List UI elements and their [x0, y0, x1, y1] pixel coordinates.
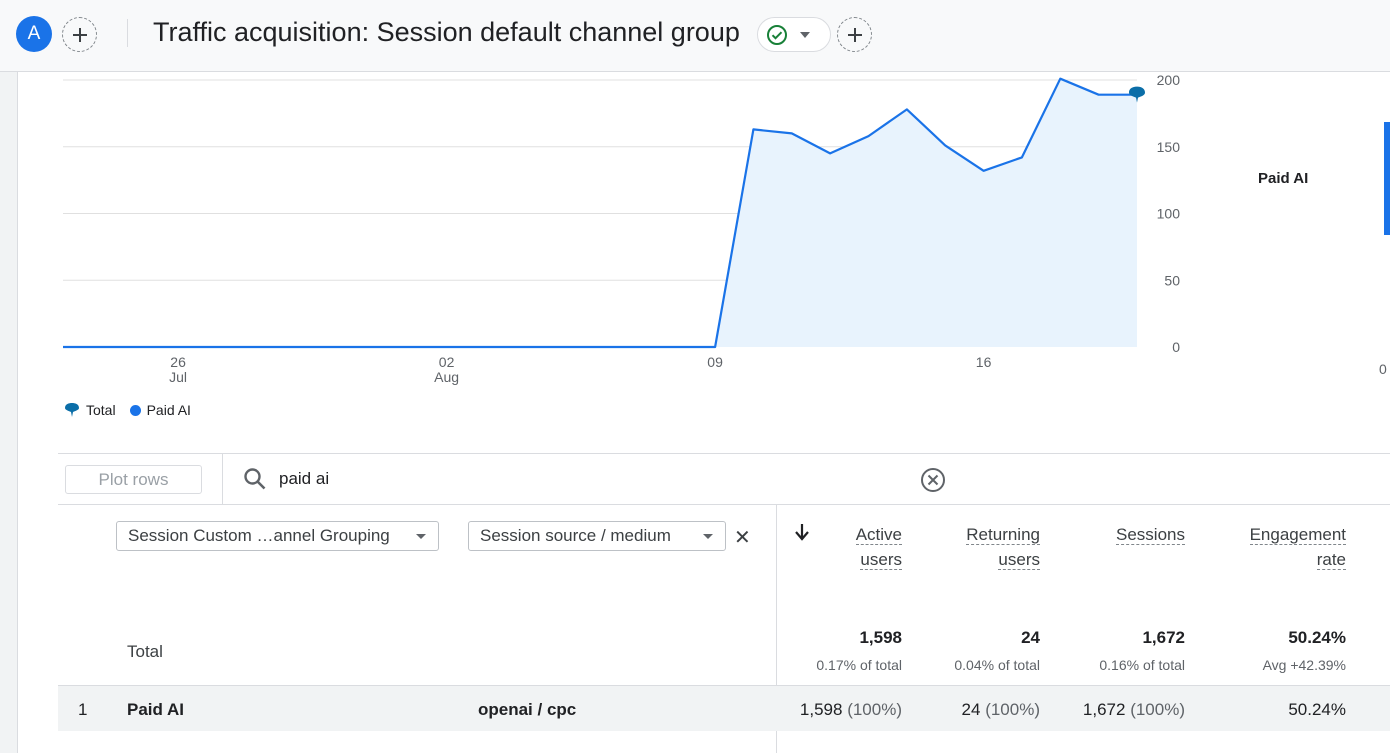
table-row[interactable]: 1 Paid AI openai / cpc 1,598 (100%) 24 (… [58, 685, 1390, 731]
legend-total[interactable]: Total [64, 402, 116, 418]
search-icon [244, 468, 266, 490]
row-active-users: 1,598 (100%) [778, 700, 902, 720]
plus-icon [847, 27, 862, 42]
x-tick-month-label: Jul [169, 369, 187, 385]
top-bar: A Traffic acquisition: Session default c… [0, 0, 1390, 72]
row-returning-users: 24 (100%) [916, 700, 1040, 720]
search-input[interactable] [279, 466, 879, 492]
report-card: 0 50 100 150 200 26 Jul 02 Aug 09 16 Total Paid AI… [17, 72, 1390, 753]
y-tick-label: 50 [1164, 272, 1180, 288]
y-tick-label: 100 [1157, 206, 1181, 222]
chevron-down-icon [416, 534, 426, 539]
secondary-dimension-label: Session source / medium [480, 526, 671, 545]
x-tick-label: 16 [976, 354, 992, 370]
paid-ai-area [715, 78, 1137, 347]
page-title: Traffic acquisition: Session default cha… [153, 17, 740, 47]
column-header-line: Sessions [1116, 525, 1185, 545]
row-source-medium: openai / cpc [478, 700, 577, 719]
total-engagement-rate: 50.24% [1288, 628, 1346, 647]
row-index: 1 [78, 700, 88, 719]
column-header-line: Engagement [1249, 525, 1346, 545]
divider [127, 19, 128, 47]
column-header-line: users [998, 550, 1040, 570]
clear-search-icon[interactable] [919, 466, 947, 494]
plot-rows-button[interactable]: Plot rows [65, 465, 202, 494]
legend-total-label: Total [86, 402, 116, 418]
column-header-line: users [860, 550, 902, 570]
row-active-users-pct: (100%) [847, 700, 902, 719]
column-header-engagement-rate[interactable]: Engagement rate [1218, 522, 1346, 572]
data-table: Session Custom …annel Grouping Session s… [58, 505, 1390, 753]
secondary-dimension-select[interactable]: Session source / medium [468, 521, 726, 551]
total-sessions: 1,672 [1142, 628, 1185, 647]
side-chart-axis-zero: 0 [1379, 361, 1387, 377]
legend-paid-ai[interactable]: Paid AI [129, 402, 191, 418]
table-toolbar: Plot rows [58, 453, 1390, 505]
y-tick-label: 150 [1157, 139, 1181, 155]
row-sessions-pct: (100%) [1130, 700, 1185, 719]
column-header-line: rate [1316, 550, 1346, 570]
column-header-line: Active [855, 525, 902, 545]
row-sessions-value: 1,672 [1082, 700, 1126, 719]
plus-icon [72, 27, 87, 42]
chevron-down-icon [800, 31, 810, 38]
report-status-dropdown[interactable] [757, 17, 831, 52]
y-tick-label: 0 [1172, 339, 1180, 355]
y-tick-label: 200 [1157, 72, 1181, 88]
total-returning-users: 24 [1021, 628, 1040, 647]
row-channel: Paid AI [127, 700, 184, 719]
column-header-sessions[interactable]: Sessions [1088, 522, 1185, 547]
legend-paid-ai-label: Paid AI [146, 402, 191, 418]
x-tick-label: 09 [707, 354, 723, 370]
chart-svg: 0 50 100 150 200 26Jul 02Aug 09 16 [63, 72, 1181, 385]
legend-dot-icon [129, 404, 141, 416]
check-circle-icon [767, 24, 787, 45]
column-header-returning-users[interactable]: Returning users [938, 522, 1040, 572]
chevron-down-icon [703, 534, 713, 539]
x-tick-label: 02 [439, 354, 455, 370]
row-returning-users-pct: (100%) [985, 700, 1040, 719]
x-tick-label: 26 [170, 354, 186, 370]
total-row-label: Total [127, 642, 163, 661]
side-chart-label: Paid AI [1258, 170, 1309, 187]
line-chart: 0 50 100 150 200 26 Jul 02 Aug 09 16 [18, 72, 1390, 432]
row-engagement-rate: 50.24% [1288, 700, 1346, 719]
row-returning-users-value: 24 [961, 700, 981, 719]
x-tick-month-label: Aug [434, 369, 459, 385]
divider [222, 454, 223, 505]
primary-dimension-label: Session Custom …annel Grouping [128, 526, 390, 545]
total-active-users: 1,598 [859, 628, 902, 647]
remove-dimension-icon[interactable]: ✕ [734, 525, 751, 550]
column-header-line: Returning [966, 525, 1040, 545]
avatar[interactable]: A [16, 16, 52, 52]
total-active-users-share: 0.17% of total [816, 657, 902, 673]
pin-marker-icon [65, 403, 79, 417]
total-returning-users-share: 0.04% of total [954, 657, 1040, 673]
add-comparison-button[interactable] [62, 17, 97, 52]
primary-dimension-select[interactable]: Session Custom …annel Grouping [116, 521, 439, 551]
total-engagement-rate-avg: Avg +42.39% [1262, 657, 1346, 673]
side-chart-bar [1384, 122, 1390, 235]
total-sessions-share: 0.16% of total [1099, 657, 1185, 673]
row-active-users-value: 1,598 [799, 700, 843, 719]
column-header-active-users[interactable]: Active users [818, 522, 902, 572]
row-sessions: 1,672 (100%) [1061, 700, 1185, 720]
add-button[interactable] [837, 17, 872, 52]
chart-legend: Total Paid AI [64, 402, 191, 418]
sort-descending-icon[interactable] [794, 523, 810, 547]
